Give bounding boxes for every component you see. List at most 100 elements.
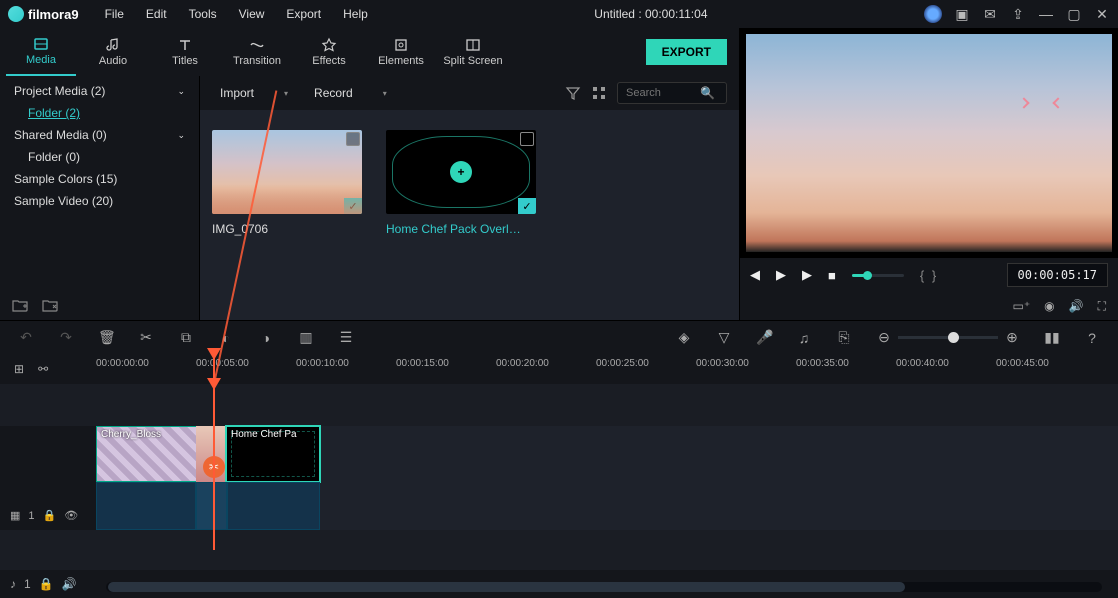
ruler-tick: 00:00:45:00 xyxy=(996,358,1049,369)
store-icon[interactable]: ▣ xyxy=(954,6,970,22)
green-screen-icon[interactable]: ▥ xyxy=(298,329,314,346)
import-dropdown[interactable]: Import▾ xyxy=(212,82,296,104)
clip-home-chef[interactable]: Home Chef Pa xyxy=(226,426,320,482)
stop-icon[interactable]: ■ xyxy=(828,268,836,283)
tree-sample-video[interactable]: Sample Video (20) xyxy=(0,190,199,212)
export-frame-icon[interactable]: ⎘ xyxy=(836,329,852,346)
minimize-icon[interactable]: — xyxy=(1038,6,1054,22)
menubar: File Edit Tools View Export Help xyxy=(95,3,378,25)
filter-icon[interactable] xyxy=(565,85,581,101)
user-avatar-icon[interactable] xyxy=(924,5,942,23)
search-input[interactable] xyxy=(626,87,700,99)
tree-project-media[interactable]: Project Media (2)⌄ xyxy=(0,80,199,102)
menu-export[interactable]: Export xyxy=(276,3,331,25)
timeline-view-icon[interactable]: ▮▮ xyxy=(1044,329,1060,346)
tree-shared-media[interactable]: Shared Media (0)⌄ xyxy=(0,124,199,146)
chevron-down-icon: ▾ xyxy=(284,89,288,98)
play-icon[interactable]: ▶ xyxy=(776,267,786,283)
used-check-icon: ✓ xyxy=(518,198,536,214)
ruler-tick: 00:00:15:00 xyxy=(396,358,449,369)
category-tabs: Media Audio Titles Transition Effects El… xyxy=(0,28,739,76)
media-icon xyxy=(33,36,49,52)
render-icon[interactable]: ◈ xyxy=(676,329,692,346)
marker-icon[interactable]: ▽ xyxy=(716,329,732,346)
visibility-icon[interactable]: 👁 xyxy=(64,509,78,522)
video-track-body[interactable]: Cherry_Bloss Home Chef Pa ✂ xyxy=(96,426,1118,530)
message-icon[interactable]: ✉ xyxy=(982,6,998,22)
tree-shared-folder[interactable]: Folder (0) xyxy=(0,146,199,168)
audio-mixer-icon[interactable]: ♫ xyxy=(796,330,812,346)
add-to-timeline-icon[interactable]: + xyxy=(450,161,472,183)
tab-media[interactable]: Media xyxy=(6,28,76,76)
tab-transition[interactable]: Transition xyxy=(222,28,292,76)
link-icon[interactable]: ⚯ xyxy=(38,362,48,376)
record-dropdown[interactable]: Record▾ xyxy=(306,82,395,104)
snapshot-icon[interactable]: ◉ xyxy=(1044,299,1054,313)
delete-icon[interactable]: 🗑 xyxy=(98,329,114,346)
undo-icon[interactable]: ↶ xyxy=(18,329,34,346)
lock-icon[interactable]: 🔒 xyxy=(39,577,54,591)
tab-titles[interactable]: Titles xyxy=(150,28,220,76)
titlebar: filmora9 File Edit Tools View Export Hel… xyxy=(0,0,1118,28)
chevron-down-icon: ⌄ xyxy=(177,86,185,97)
zoom-out-icon[interactable]: ⊖ xyxy=(876,329,892,346)
playhead-line[interactable] xyxy=(213,384,215,550)
mic-upload-icon[interactable]: ⇪ xyxy=(1010,6,1026,22)
add-track-icon[interactable]: ⊞ xyxy=(14,362,24,376)
menu-edit[interactable]: Edit xyxy=(136,3,177,25)
track-number: 1 xyxy=(24,577,31,591)
zoom-in-icon[interactable]: ⊕ xyxy=(1004,329,1020,346)
audio-icon xyxy=(105,37,121,53)
menu-view[interactable]: View xyxy=(229,3,275,25)
help-icon[interactable]: ? xyxy=(1084,330,1100,346)
grid-view-icon[interactable] xyxy=(591,85,607,101)
close-icon[interactable]: ✕ xyxy=(1094,6,1110,22)
titles-icon xyxy=(177,37,193,53)
color-icon[interactable]: ◑ xyxy=(258,330,274,346)
add-folder-icon[interactable] xyxy=(12,298,28,312)
playback-volume-slider[interactable] xyxy=(852,274,904,277)
crop-icon[interactable]: ⧉ xyxy=(178,329,194,346)
redo-icon[interactable]: ↷ xyxy=(58,329,74,346)
volume-icon[interactable]: 🔊 xyxy=(1069,299,1084,313)
prev-frame-icon[interactable]: ◀ xyxy=(750,267,760,283)
tab-effects[interactable]: Effects xyxy=(294,28,364,76)
search-box[interactable]: 🔍 xyxy=(617,82,727,104)
lock-icon[interactable]: 🔒 xyxy=(43,509,57,522)
media-thumb-img0706[interactable]: ✓ IMG_0706 xyxy=(212,130,362,236)
media-thumb-homechef[interactable]: + ✓ Home Chef Pack Overl… xyxy=(386,130,536,236)
adjust-icon[interactable]: ☰ xyxy=(338,329,354,346)
split-icon[interactable]: ✂ xyxy=(138,329,154,346)
track-type-icon: ▦ xyxy=(10,509,20,522)
menu-tools[interactable]: Tools xyxy=(179,3,227,25)
remove-folder-icon[interactable] xyxy=(42,298,58,312)
library-main: Import▾ Record▾ 🔍 ✓ xyxy=(200,76,739,320)
markers-label[interactable]: { } xyxy=(920,268,938,283)
mute-icon[interactable]: 🔊 xyxy=(62,577,77,591)
used-check-icon: ✓ xyxy=(344,198,362,214)
timeline-scrollbar[interactable] xyxy=(106,582,1102,592)
fullscreen-icon[interactable]: ⛶ xyxy=(1098,299,1106,314)
tab-audio[interactable]: Audio xyxy=(78,28,148,76)
clip-lower-c[interactable] xyxy=(227,482,320,530)
tab-audio-label: Audio xyxy=(99,55,127,67)
play-forward-icon[interactable]: ▶ xyxy=(802,267,812,283)
ruler-tick: 00:00:25:00 xyxy=(596,358,649,369)
tab-split-screen[interactable]: Split Screen xyxy=(438,28,508,76)
export-button[interactable]: EXPORT xyxy=(646,39,727,65)
time-ruler[interactable]: 00:00:00:00 00:00:05:00 00:00:10:00 00:0… xyxy=(96,354,1118,384)
clip-lower-a[interactable] xyxy=(96,482,196,530)
preview-viewport[interactable] xyxy=(740,28,1118,258)
menu-file[interactable]: File xyxy=(95,3,134,25)
tab-elements[interactable]: Elements xyxy=(366,28,436,76)
tree-sample-colors[interactable]: Sample Colors (15) xyxy=(0,168,199,190)
media-library: Project Media (2)⌄ Folder (2) Shared Med… xyxy=(0,76,739,320)
clip-lower-b[interactable] xyxy=(196,482,227,530)
zoom-slider[interactable] xyxy=(898,336,998,339)
menu-help[interactable]: Help xyxy=(333,3,378,25)
maximize-icon[interactable]: ▢ xyxy=(1066,6,1082,22)
search-icon[interactable]: 🔍 xyxy=(700,86,715,100)
voiceover-icon[interactable]: 🎤 xyxy=(756,329,772,346)
quality-icon[interactable]: ▭⁺ xyxy=(1012,299,1030,313)
tree-folder-selected[interactable]: Folder (2) xyxy=(0,102,199,124)
